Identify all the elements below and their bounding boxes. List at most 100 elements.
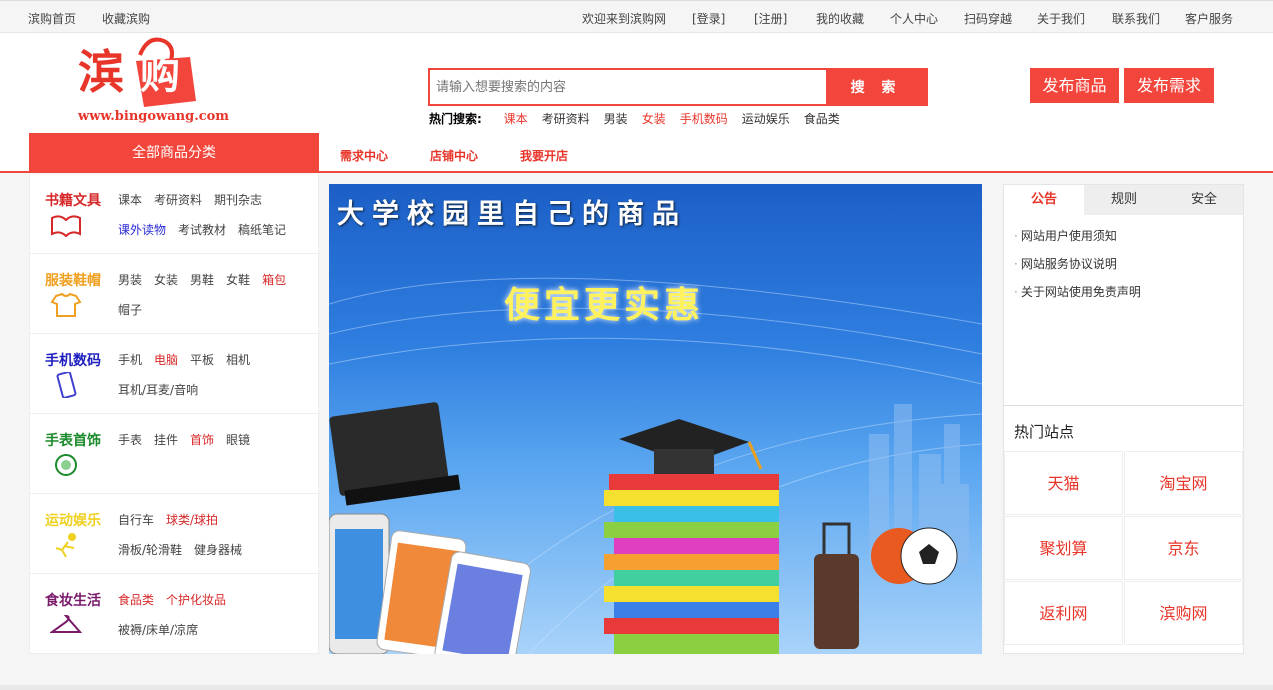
- subcategory-link[interactable]: 个护化妆品: [166, 593, 226, 607]
- hot-keyword-link[interactable]: 女装: [642, 112, 666, 126]
- category-row: 手表 挂件 首饰 眼镜: [118, 431, 262, 448]
- subcategory-link[interactable]: 课本: [118, 193, 142, 207]
- notice-item[interactable]: 网站服务协议说明: [1014, 255, 1117, 272]
- personal-center-link[interactable]: 个人中心: [890, 10, 938, 27]
- watch-icon: [50, 452, 82, 478]
- nav-open-shop[interactable]: 我要开店: [520, 147, 568, 164]
- subcategory-link[interactable]: 手表: [118, 433, 142, 447]
- notice-item[interactable]: 网站用户使用须知: [1014, 227, 1117, 244]
- my-favorites-link[interactable]: 我的收藏: [816, 10, 864, 27]
- hot-keyword-link[interactable]: 课本: [504, 112, 528, 126]
- subcategory-link[interactable]: 食品类: [118, 593, 154, 607]
- logo[interactable]: 滨 购 www.bingowang.com: [78, 33, 229, 128]
- category-group: 书籍文具 课本 考研资料 期刊杂志 课外读物 考试教材 稿纸笔记: [30, 174, 320, 254]
- category-title[interactable]: 服装鞋帽: [45, 270, 101, 290]
- site-link[interactable]: 京东: [1124, 516, 1243, 580]
- subcategory-link[interactable]: 帽子: [118, 303, 142, 317]
- category-title[interactable]: 运动娱乐: [45, 510, 101, 530]
- subcategory-link[interactable]: 男装: [118, 273, 142, 287]
- tab-announcement[interactable]: 公告: [1004, 185, 1084, 215]
- subcategory-link[interactable]: 球类/球拍: [166, 513, 218, 527]
- subcategory-link[interactable]: 考试教材: [178, 223, 226, 237]
- category-row: 自行车 球类/球拍: [118, 511, 230, 528]
- login-link[interactable]: [登录]: [692, 10, 725, 27]
- category-group: 食妆生活 食品类 个护化妆品 被褥/床单/凉席: [30, 574, 320, 654]
- category-title[interactable]: 手机数码: [45, 350, 101, 370]
- info-panel: 公告 规则 安全 网站用户使用须知 网站服务协议说明 关于网站使用免责声明 热门…: [1003, 184, 1244, 654]
- subcategory-link[interactable]: 挂件: [154, 433, 178, 447]
- category-row: 课外读物 考试教材 稿纸笔记: [118, 221, 298, 238]
- banner-title: 大学校园里自己的商品: [337, 199, 687, 230]
- bottom-bar: [0, 685, 1273, 690]
- hot-keyword-link[interactable]: 食品类: [804, 112, 840, 126]
- hot-keyword-link[interactable]: 运动娱乐: [742, 112, 790, 126]
- subcategory-link[interactable]: 滑板/轮滑鞋: [118, 543, 182, 557]
- site-link[interactable]: 滨购网: [1124, 581, 1243, 645]
- subcategory-link[interactable]: 女鞋: [226, 273, 250, 287]
- hot-sites-title: 热门站点: [1014, 423, 1075, 441]
- subcategory-link[interactable]: 自行车: [118, 513, 154, 527]
- logo-text-2: 购: [140, 51, 180, 98]
- category-title[interactable]: 食妆生活: [45, 590, 101, 610]
- scan-link[interactable]: 扫码穿越: [964, 10, 1012, 27]
- main-nav: 全部商品分类 需求中心 店铺中心 我要开店: [0, 133, 1273, 173]
- category-row: 课本 考研资料 期刊杂志: [118, 191, 274, 208]
- category-group: 运动娱乐 自行车 球类/球拍 滑板/轮滑鞋 健身器械: [30, 494, 320, 574]
- category-row: 手机 电脑 平板 相机: [118, 351, 262, 368]
- subcategory-link[interactable]: 箱包: [262, 273, 286, 287]
- search-input[interactable]: [430, 70, 826, 104]
- category-title[interactable]: 手表首饰: [45, 430, 101, 450]
- category-row: 耳机/耳麦/音响: [118, 381, 210, 398]
- site-link[interactable]: 天猫: [1004, 451, 1123, 515]
- category-title[interactable]: 书籍文具: [45, 190, 101, 210]
- home-link[interactable]: 滨购首页: [28, 10, 76, 27]
- header: 滨 购 www.bingowang.com 搜 索 热门搜索: 课本考研资料男装…: [0, 33, 1273, 133]
- subcategory-link[interactable]: 眼镜: [226, 433, 250, 447]
- subcategory-link[interactable]: 考研资料: [154, 193, 202, 207]
- category-row: 男装 女装 男鞋 女鞋 箱包: [118, 271, 298, 288]
- subcategory-link[interactable]: 期刊杂志: [214, 193, 262, 207]
- tab-rules[interactable]: 规则: [1084, 185, 1164, 215]
- publish-goods-button[interactable]: 发布商品: [1030, 68, 1119, 103]
- sports-icon: [50, 532, 82, 558]
- hot-search-label: 热门搜索:: [429, 112, 482, 126]
- hot-keyword-link[interactable]: 男装: [604, 112, 628, 126]
- hot-keyword-link[interactable]: 考研资料: [542, 112, 590, 126]
- search-button[interactable]: 搜 索: [826, 70, 926, 104]
- subcategory-link[interactable]: 耳机/耳麦/音响: [118, 383, 198, 397]
- top-bar: 滨购首页 收藏滨购 欢迎来到滨购网 [登录] [注册] 我的收藏 个人中心 扫码…: [0, 0, 1273, 33]
- subcategory-link[interactable]: 课外读物: [118, 223, 166, 237]
- subcategory-link[interactable]: 首饰: [190, 433, 214, 447]
- tab-security[interactable]: 安全: [1164, 185, 1244, 215]
- site-link[interactable]: 聚划算: [1004, 516, 1123, 580]
- subcategory-link[interactable]: 手机: [118, 353, 142, 367]
- logo-url: www.bingowang.com: [78, 109, 230, 124]
- all-categories-button[interactable]: 全部商品分类: [29, 133, 319, 173]
- publish-demand-button[interactable]: 发布需求: [1124, 68, 1214, 103]
- contact-link[interactable]: 联系我们: [1112, 10, 1160, 27]
- notice-tabs: 公告 规则 安全: [1004, 185, 1243, 215]
- subcategory-link[interactable]: 相机: [226, 353, 250, 367]
- category-row: 食品类 个护化妆品: [118, 591, 238, 608]
- nav-demand-center[interactable]: 需求中心: [340, 147, 388, 164]
- customer-service-link[interactable]: 客户服务: [1185, 10, 1233, 27]
- about-link[interactable]: 关于我们: [1037, 10, 1085, 27]
- category-group: 手机数码 手机 电脑 平板 相机 耳机/耳麦/音响: [30, 334, 320, 414]
- favorite-site-link[interactable]: 收藏滨购: [102, 10, 150, 27]
- site-link[interactable]: 淘宝网: [1124, 451, 1243, 515]
- subcategory-link[interactable]: 平板: [190, 353, 214, 367]
- subcategory-link[interactable]: 电脑: [154, 353, 178, 367]
- site-link[interactable]: 返利网: [1004, 581, 1123, 645]
- subcategory-link[interactable]: 被褥/床单/凉席: [118, 623, 198, 637]
- notice-item[interactable]: 关于网站使用免责声明: [1014, 283, 1141, 300]
- nav-shop-center[interactable]: 店铺中心: [430, 147, 478, 164]
- subcategory-link[interactable]: 稿纸笔记: [238, 223, 286, 237]
- subcategory-link[interactable]: 男鞋: [190, 273, 214, 287]
- promo-banner[interactable]: 大学校园里自己的商品 便宜更实惠: [329, 184, 982, 654]
- hot-keyword-link[interactable]: 手机数码: [680, 112, 728, 126]
- register-link[interactable]: [注册]: [754, 10, 787, 27]
- subcategory-link[interactable]: 女装: [154, 273, 178, 287]
- subcategory-link[interactable]: 健身器械: [194, 543, 242, 557]
- search-box: 搜 索: [428, 68, 928, 106]
- category-sidebar: 书籍文具 课本 考研资料 期刊杂志 课外读物 考试教材 稿纸笔记 服装鞋帽 男装 女装 男鞋 女鞋 箱包…: [29, 174, 320, 654]
